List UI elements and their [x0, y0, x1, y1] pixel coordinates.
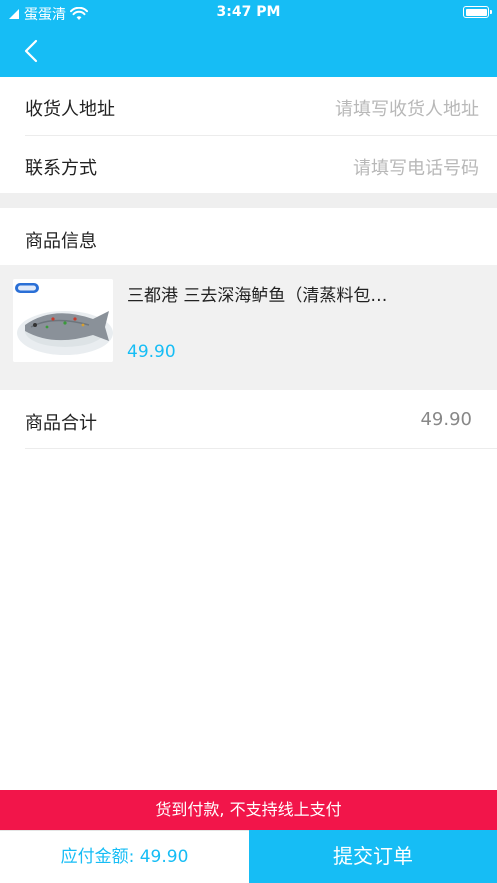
battery-icon: [463, 6, 492, 18]
divider: [25, 448, 497, 449]
contact-label: 联系方式: [25, 158, 97, 179]
back-button[interactable]: [18, 37, 46, 65]
status-time: 3:47 PM: [216, 4, 281, 20]
section-gap: [0, 193, 497, 208]
product-section-title: 商品信息: [25, 231, 97, 252]
bottom-bar: 应付金额: 49.90 提交订单: [0, 830, 497, 883]
total-value: 49.90: [420, 409, 472, 430]
chevron-left-icon: [24, 39, 38, 63]
total-label: 商品合计: [25, 413, 97, 434]
product-thumbnail: [13, 279, 113, 362]
product-price: 49.90: [127, 342, 176, 362]
total-row: 商品合计 49.90: [0, 390, 497, 448]
contact-row[interactable]: 联系方式 请填写电话号码: [0, 136, 497, 193]
product-item[interactable]: 三都港 三去深海鲈鱼（清蒸料包… 49.90: [0, 265, 497, 390]
nav-bar: [0, 25, 497, 77]
status-bar: 蛋蛋清 3:47 PM: [0, 0, 497, 25]
phone-input[interactable]: 请填写电话号码: [353, 154, 479, 180]
address-row[interactable]: 收货人地址 请填写收货人地址: [0, 77, 497, 135]
address-input[interactable]: 请填写收货人地址: [335, 95, 479, 121]
submit-order-button[interactable]: 提交订单: [249, 830, 497, 883]
cod-notice: 货到付款, 不支持线上支付: [0, 790, 497, 830]
product-name: 三都港 三去深海鲈鱼（清蒸料包…: [127, 286, 388, 306]
pay-amount: 应付金额: 49.90: [0, 830, 249, 883]
address-label: 收货人地址: [25, 99, 115, 120]
product-section-header: 商品信息: [0, 208, 497, 265]
